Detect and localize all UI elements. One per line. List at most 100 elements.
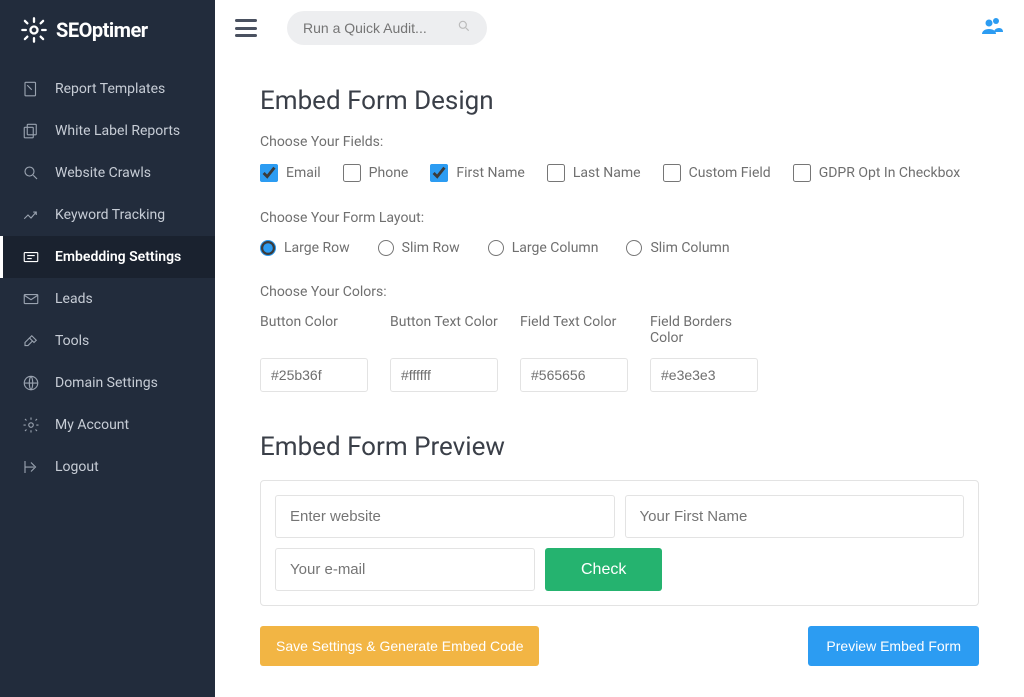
field-phone-label: Phone	[369, 165, 409, 181]
quick-audit-search[interactable]	[287, 11, 487, 45]
field-gdpr-checkbox[interactable]	[793, 164, 811, 182]
sidebar-item-label: White Label Reports	[55, 123, 180, 139]
sidebar-item-embedding-settings[interactable]: Embedding Settings	[0, 236, 215, 278]
sidebar-item-label: Logout	[55, 459, 99, 475]
layout-slim-row-label: Slim Row	[402, 240, 460, 256]
preview-embed-button[interactable]: Preview Embed Form	[808, 626, 979, 666]
field-first-name-label: First Name	[456, 165, 524, 181]
field-custom[interactable]: Custom Field	[663, 164, 771, 182]
button-color-label: Button Color	[260, 314, 370, 350]
button-text-color-label: Button Text Color	[390, 314, 500, 350]
trend-icon	[22, 206, 40, 224]
layout-large-column-label: Large Column	[512, 240, 599, 256]
button-text-color-field: Button Text Color	[390, 314, 500, 392]
logout-icon	[22, 458, 40, 476]
sidebar-item-tools[interactable]: Tools	[0, 320, 215, 362]
field-text-color-field: Field Text Color	[520, 314, 630, 392]
sidebar-item-report-templates[interactable]: Report Templates	[0, 68, 215, 110]
sidebar-item-label: Embedding Settings	[55, 249, 181, 265]
choose-layout-label: Choose Your Form Layout:	[260, 210, 979, 226]
sidebar-item-label: Tools	[55, 333, 89, 349]
field-custom-checkbox[interactable]	[663, 164, 681, 182]
gear-icon	[22, 416, 40, 434]
menu-toggle-icon[interactable]	[235, 19, 257, 37]
gear-arrows-icon	[20, 16, 48, 44]
users-icon[interactable]	[980, 14, 1004, 42]
layout-slim-column-radio[interactable]	[626, 240, 642, 256]
field-borders-color-label: Field Borders Color	[650, 314, 760, 350]
layout-large-row-label: Large Row	[284, 240, 350, 256]
sidebar-item-domain-settings[interactable]: Domain Settings	[0, 362, 215, 404]
sidebar-item-keyword-tracking[interactable]: Keyword Tracking	[0, 194, 215, 236]
field-first-name-checkbox[interactable]	[430, 164, 448, 182]
preview-box: Check	[260, 480, 979, 606]
sidebar: SEOptimer Report Templates White Label R…	[0, 0, 215, 697]
quick-audit-input[interactable]	[303, 20, 457, 36]
field-gdpr[interactable]: GDPR Opt In Checkbox	[793, 164, 961, 182]
field-text-color-label: Field Text Color	[520, 314, 630, 350]
field-email-label: Email	[286, 165, 321, 181]
preview-website-input[interactable]	[275, 495, 615, 538]
field-email-checkbox[interactable]	[260, 164, 278, 182]
button-color-input[interactable]	[260, 358, 368, 392]
layout-slim-row-radio[interactable]	[378, 240, 394, 256]
preview-check-button[interactable]: Check	[545, 548, 662, 591]
content: Embed Form Design Choose Your Fields: Em…	[215, 56, 1024, 696]
field-borders-color-input[interactable]	[650, 358, 758, 392]
preview-first-name-input[interactable]	[625, 495, 965, 538]
field-borders-color-field: Field Borders Color	[650, 314, 760, 392]
layout-slim-column-label: Slim Column	[650, 240, 729, 256]
main: Embed Form Design Choose Your Fields: Em…	[215, 0, 1024, 697]
document-pencil-icon	[22, 80, 40, 98]
layout-slim-row[interactable]: Slim Row	[378, 240, 460, 256]
field-last-name[interactable]: Last Name	[547, 164, 641, 182]
magnify-icon	[22, 164, 40, 182]
field-email[interactable]: Email	[260, 164, 321, 182]
choose-colors-label: Choose Your Colors:	[260, 284, 979, 300]
mail-icon	[22, 290, 40, 308]
sidebar-item-my-account[interactable]: My Account	[0, 404, 215, 446]
sidebar-item-label: Report Templates	[55, 81, 165, 97]
colors-row: Button Color Button Text Color Field Tex…	[260, 314, 979, 392]
layout-large-column[interactable]: Large Column	[488, 240, 599, 256]
actions-row: Save Settings & Generate Embed Code Prev…	[260, 626, 979, 666]
copy-icon	[22, 122, 40, 140]
sidebar-item-label: Domain Settings	[55, 375, 158, 391]
preview-email-input[interactable]	[275, 548, 535, 591]
preview-heading: Embed Form Preview	[260, 432, 979, 462]
sidebar-item-logout[interactable]: Logout	[0, 446, 215, 488]
field-custom-label: Custom Field	[689, 165, 771, 181]
layout-large-column-radio[interactable]	[488, 240, 504, 256]
layout-row: Large Row Slim Row Large Column Slim Col…	[260, 240, 979, 256]
sidebar-item-label: My Account	[55, 417, 129, 433]
sidebar-item-website-crawls[interactable]: Website Crawls	[0, 152, 215, 194]
brand-logo[interactable]: SEOptimer	[0, 0, 215, 68]
design-heading: Embed Form Design	[260, 86, 979, 116]
sidebar-nav: Report Templates White Label Reports Web…	[0, 68, 215, 488]
field-text-color-input[interactable]	[520, 358, 628, 392]
field-phone[interactable]: Phone	[343, 164, 409, 182]
brand-name: SEOptimer	[56, 18, 148, 42]
field-last-name-label: Last Name	[573, 165, 641, 181]
field-last-name-checkbox[interactable]	[547, 164, 565, 182]
button-text-color-input[interactable]	[390, 358, 498, 392]
choose-fields-label: Choose Your Fields:	[260, 134, 979, 150]
sidebar-item-label: Keyword Tracking	[55, 207, 165, 223]
sidebar-item-label: Website Crawls	[55, 165, 151, 181]
sidebar-item-label: Leads	[55, 291, 93, 307]
search-icon	[457, 19, 471, 37]
embed-icon	[22, 248, 40, 266]
fields-row: Email Phone First Name Last Name Custom …	[260, 164, 979, 182]
sidebar-item-leads[interactable]: Leads	[0, 278, 215, 320]
layout-slim-column[interactable]: Slim Column	[626, 240, 729, 256]
save-generate-button[interactable]: Save Settings & Generate Embed Code	[260, 626, 539, 666]
hammer-icon	[22, 332, 40, 350]
button-color-field: Button Color	[260, 314, 370, 392]
topbar	[215, 0, 1024, 56]
layout-large-row[interactable]: Large Row	[260, 240, 350, 256]
sidebar-item-white-label-reports[interactable]: White Label Reports	[0, 110, 215, 152]
globe-icon	[22, 374, 40, 392]
field-first-name[interactable]: First Name	[430, 164, 524, 182]
field-phone-checkbox[interactable]	[343, 164, 361, 182]
layout-large-row-radio[interactable]	[260, 240, 276, 256]
